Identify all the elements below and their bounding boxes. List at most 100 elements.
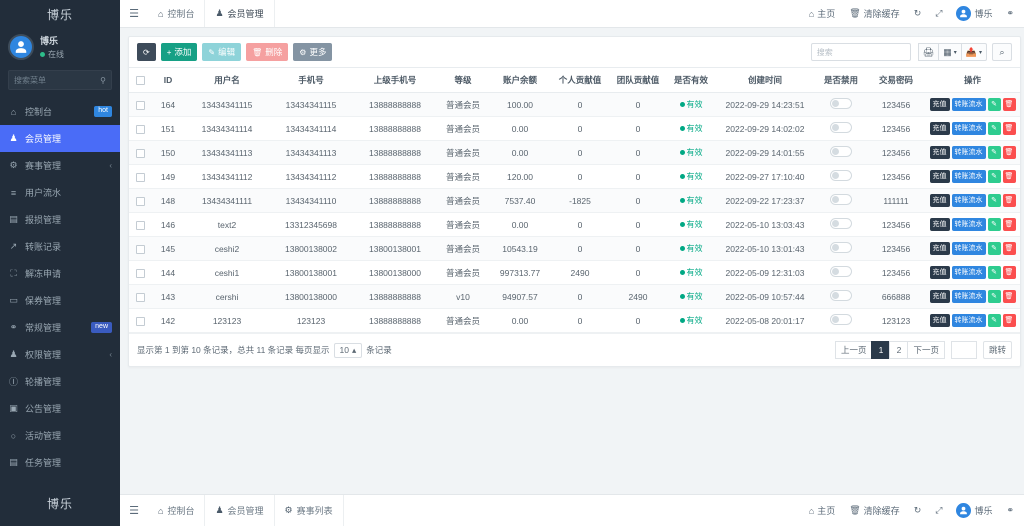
row-disabled-cell[interactable] [815,188,867,213]
disable-toggle[interactable] [830,290,852,301]
column-header-5[interactable]: 账户余额 [489,67,551,93]
topbar-tab-0[interactable]: ⌂ 控制台 [148,0,206,27]
sidebar-item-8[interactable]: ⚭ 常规管理 new [0,314,120,341]
row-checkbox[interactable] [135,316,145,326]
edit-row-button[interactable]: ✎ [987,98,1001,111]
row-checkbox[interactable] [135,196,145,206]
column-header-7[interactable]: 团队贡献值 [609,67,667,93]
row-select-cell[interactable] [129,284,151,309]
recharge-button[interactable]: 充值 [929,242,950,255]
sidebar-item-7[interactable]: ▭ 保券管理 [0,287,120,314]
disable-toggle[interactable] [830,170,852,181]
row-select-cell[interactable] [129,188,151,213]
sidebar-item-1[interactable]: ♟ 会员管理 [0,125,120,152]
sidebar-search-input[interactable] [14,75,97,85]
sidebar-item-3[interactable]: ≡ 用户流水 [0,179,120,206]
bottombar-trash-button[interactable]: 🗑 清除缓存 [842,497,906,525]
recharge-button[interactable]: 充值 [929,290,950,303]
row-checkbox[interactable] [135,148,145,158]
page-button-2[interactable]: 2 [889,341,909,359]
table-row[interactable]: 151 13434341114 13434341114 13888888888 普通会员… [129,116,1020,141]
row-select-cell[interactable] [129,308,151,333]
bottombar-fullscreen-button[interactable]: ⤢ [928,497,949,525]
edit-row-button[interactable]: ✎ [987,122,1001,135]
edit-button[interactable]: ✎ 编辑 [202,43,242,61]
edit-row-button[interactable]: ✎ [987,194,1001,207]
column-header-9[interactable]: 创建时间 [715,67,815,93]
delete-button[interactable]: 🗑 删除 [246,43,289,61]
edit-row-button[interactable]: ✎ [987,218,1001,231]
table-row[interactable]: 143 cershi 13800138000 13888888888 v10 94907.… [129,284,1020,309]
sidebar-item-13[interactable]: ▤ 任务管理 [0,449,120,476]
delete-row-button[interactable]: 🗑 [1002,218,1016,231]
transfer-log-button[interactable]: 转账流水 [951,266,986,279]
recharge-button[interactable]: 充值 [929,170,950,183]
columns-button[interactable]: ▦ ▾ [938,43,962,61]
next-page-button[interactable]: 下一页 [907,341,945,359]
delete-row-button[interactable]: 🗑 [1002,170,1016,183]
delete-row-button[interactable]: 🗑 [1002,146,1016,159]
bottombar-home-button[interactable]: ⌂ 主页 [802,497,842,525]
table-row[interactable]: 145 ceshi2 13800138002 13800138001 普通会员 10543… [129,236,1020,261]
row-disabled-cell[interactable] [815,116,867,141]
topbar-refresh-button[interactable]: ↻ [907,0,929,28]
delete-row-button[interactable]: 🗑 [1002,98,1016,111]
transfer-log-button[interactable]: 转账流水 [951,98,986,111]
topbar-settings-button[interactable]: ⚭ [999,0,1021,28]
refresh-button[interactable]: ⟳ [137,43,156,61]
table-row[interactable]: 149 13434341112 13434341112 13888888888 普通会员… [129,164,1020,189]
row-select-cell[interactable] [129,140,151,165]
disable-toggle[interactable] [830,98,852,109]
transfer-log-button[interactable]: 转账流水 [951,242,986,255]
sidebar-item-9[interactable]: ♟ 权限管理 ‹ [0,341,120,368]
row-disabled-cell[interactable] [815,284,867,309]
edit-row-button[interactable]: ✎ [987,266,1001,279]
search-button[interactable]: ⌕ [992,43,1012,61]
sidebar-user-block[interactable]: 博乐 在线 [0,28,120,68]
edit-row-button[interactable]: ✎ [987,146,1001,159]
bottombar-tab-1[interactable]: ♟ 会员管理 [205,495,275,526]
column-header-0[interactable]: ID [151,67,185,93]
sidebar-item-6[interactable]: ⛶ 解冻申请 [0,260,120,287]
row-disabled-cell[interactable] [815,140,867,165]
column-header-1[interactable]: 用户名 [185,67,269,93]
delete-row-button[interactable]: 🗑 [1002,242,1016,255]
delete-row-button[interactable]: 🗑 [1002,290,1016,303]
row-checkbox[interactable] [135,292,145,302]
bottombar-refresh-button[interactable]: ↻ [907,497,929,525]
print-button[interactable]: 🖨 [917,43,940,61]
sidebar-item-0[interactable]: ⌂ 控制台 hot [0,98,120,125]
topbar-user-menu[interactable]: 博乐 [949,0,999,28]
disable-toggle[interactable] [830,194,852,205]
column-header-6[interactable]: 个人贡献值 [551,67,609,93]
row-disabled-cell[interactable] [815,92,867,117]
sidebar-item-5[interactable]: ↗ 转账记录 [0,233,120,260]
row-disabled-cell[interactable] [815,236,867,261]
row-disabled-cell[interactable] [815,164,867,189]
row-select-cell[interactable] [129,260,151,285]
row-select-cell[interactable] [129,116,151,141]
table-row[interactable]: 146 text2 13312345698 13888888888 普通会员 0.00 0 0… [129,212,1020,237]
table-row[interactable]: 148 13434341111 13434341110 13888888888 普通会员… [129,188,1020,213]
transfer-log-button[interactable]: 转账流水 [951,194,986,207]
disable-toggle[interactable] [830,242,852,253]
search-input[interactable] [810,43,911,61]
delete-row-button[interactable]: 🗑 [1002,266,1016,279]
sidebar-search[interactable]: ⚲ [8,70,112,90]
recharge-button[interactable]: 充值 [929,146,950,159]
column-header-3[interactable]: 上级手机号 [353,67,437,93]
jump-page-input[interactable] [950,341,977,359]
page-size-select[interactable]: 10 ▴ [333,342,363,358]
row-disabled-cell[interactable] [815,260,867,285]
row-select-cell[interactable] [129,236,151,261]
bottombar-settings-button[interactable]: ⚭ [999,497,1021,525]
recharge-button[interactable]: 充值 [929,122,950,135]
row-checkbox[interactable] [135,124,145,134]
column-header-4[interactable]: 等级 [437,67,489,93]
column-header-12[interactable]: 操作 [925,67,1020,93]
recharge-button[interactable]: 充值 [929,314,950,327]
row-disabled-cell[interactable] [815,308,867,333]
transfer-log-button[interactable]: 转账流水 [951,218,986,231]
hamburger-icon[interactable]: ☰ [120,0,148,27]
edit-row-button[interactable]: ✎ [987,314,1001,327]
